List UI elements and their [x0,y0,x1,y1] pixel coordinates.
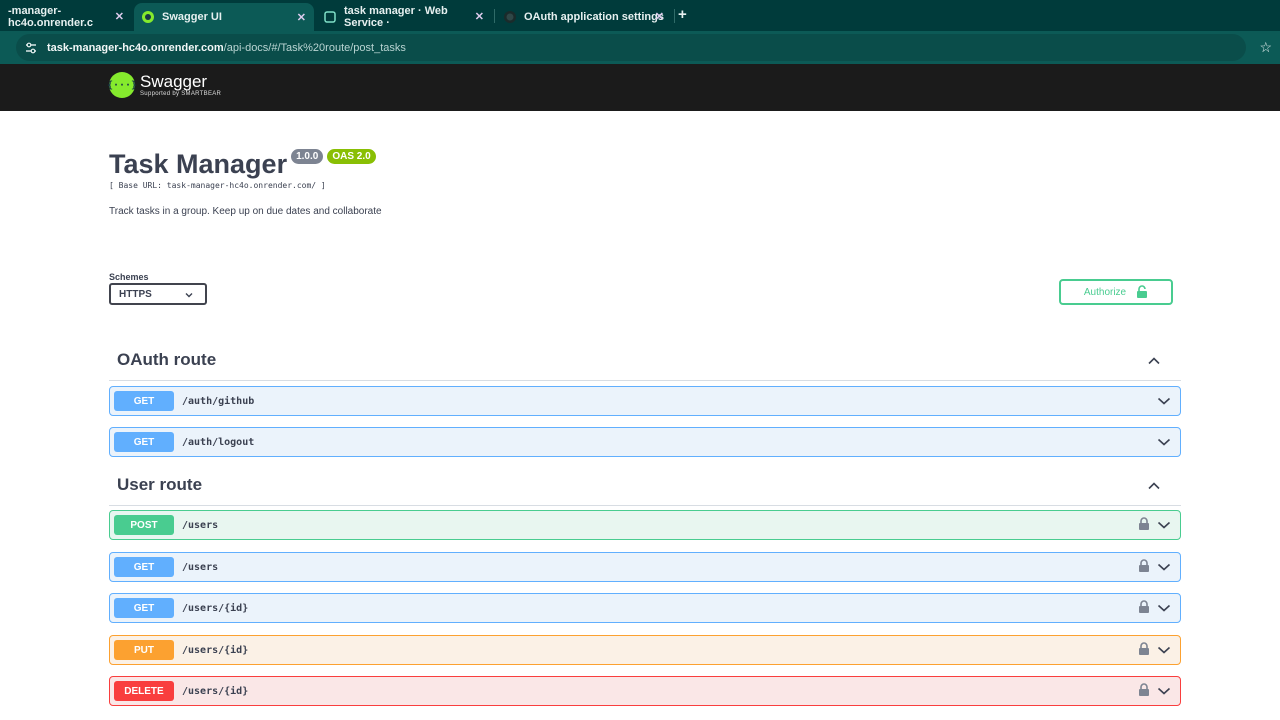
tab-label: Swagger UI [162,11,222,23]
operation-path: /users/{id} [182,685,249,697]
render-favicon-icon [324,10,336,23]
address-host: task-manager-hc4o.onrender.com [47,41,224,54]
base-url: [ Base URL: task-manager-hc4o.onrender.c… [109,181,326,190]
section-user-route[interactable]: User route [109,475,1181,506]
logo-sub: Supported by SMARTBEAR [140,90,222,97]
tab-label: OAuth application settings [524,10,664,23]
operation-put-users-id[interactable]: PUT /users/{id} [109,635,1181,665]
section-title: OAuth route [117,350,217,369]
operation-get-users[interactable]: GET /users [109,552,1181,582]
tab-oauth-settings[interactable]: OAuth application settings ✕ [496,4,672,29]
new-tab-button[interactable]: + [678,6,687,23]
chevron-down-icon[interactable] [1157,561,1171,573]
operation-get-auth-logout[interactable]: GET /auth/logout [109,427,1181,457]
swagger-logo[interactable]: {···} Swagger Supported by SMARTBEAR [107,71,222,98]
page-title: Task Manager [109,149,288,179]
chevron-down-icon[interactable] [1157,436,1171,448]
swagger-logo-text: Swagger Supported by SMARTBEAR [140,71,222,98]
tab-web-service[interactable]: task manager · Web Service · ✕ [316,4,492,29]
chevron-down-icon[interactable] [1157,519,1171,531]
tab-swagger-ui[interactable]: Swagger UI ✕ [134,3,314,31]
browser-tab-bar: -manager-hc4o.onrender.c ✕ Swagger UI ✕ … [0,0,1280,31]
swagger-favicon-icon [142,11,154,23]
close-icon[interactable]: ✕ [655,10,664,23]
bookmark-star-icon[interactable]: ☆ [1259,39,1272,56]
chevron-up-icon[interactable] [1147,479,1161,493]
oas-badge: OAS 2.0 [327,149,376,164]
operation-get-users-id[interactable]: GET /users/{id} [109,593,1181,623]
tab-label: task manager · Web Service · [344,4,448,29]
tab-label: -manager-hc4o.onrender.c [8,4,93,29]
operation-path: /auth/github [182,395,255,407]
chevron-up-icon[interactable] [1147,354,1161,368]
schemes-selected-value: HTTPS [119,288,152,300]
site-settings-icon[interactable] [24,41,38,55]
operation-get-auth-github[interactable]: GET /auth/github [109,386,1181,416]
method-badge: DELETE [114,681,174,701]
close-icon[interactable]: ✕ [475,10,484,23]
operation-path: /users [182,561,219,573]
address-path: /api-docs/#/Task%20route/post_tasks [223,41,406,54]
tab-task-manager-docs[interactable]: -manager-hc4o.onrender.c ✕ [0,4,132,29]
logo-name: Swagger [140,71,208,91]
schemes-select[interactable]: HTTPS [109,283,207,305]
swagger-topbar: {···} Swagger Supported by SMARTBEAR [0,64,1280,111]
lock-icon[interactable] [1138,642,1150,656]
method-badge: PUT [114,640,174,660]
section-title: User route [117,475,203,494]
operation-path: /users/{id} [182,602,249,614]
method-badge: GET [114,557,174,577]
section-oauth-route[interactable]: OAuth route [109,350,1181,381]
github-favicon-icon [504,10,516,23]
operation-path: /users [182,519,219,531]
method-badge: GET [114,432,174,452]
unlocked-icon [1137,285,1148,298]
lock-icon[interactable] [1138,683,1150,697]
address-bar-row: task-manager-hc4o.onrender.com/api-docs/… [0,31,1280,64]
operation-delete-users-id[interactable]: DELETE /users/{id} [109,676,1181,706]
chevron-down-icon [185,293,193,298]
swagger-logo-icon: {···} [107,72,137,98]
version-badge: 1.0.0 [291,149,324,164]
tab-separator [494,9,495,23]
chevron-down-icon[interactable] [1157,395,1171,407]
address-bar[interactable]: task-manager-hc4o.onrender.com/api-docs/… [16,34,1246,61]
operation-path: /auth/logout [182,436,255,448]
api-description: Track tasks in a group. Keep up on due d… [109,206,382,217]
close-icon[interactable]: ✕ [297,11,306,24]
info-title-row: Task Manager 1.0.0 OAS 2.0 [109,147,376,181]
lock-icon[interactable] [1138,559,1150,573]
operation-path: /users/{id} [182,644,249,656]
method-badge: POST [114,515,174,535]
authorize-label: Authorize [1083,286,1127,298]
method-badge: GET [114,391,174,411]
chevron-down-icon[interactable] [1157,602,1171,614]
lock-icon[interactable] [1138,600,1150,614]
chevron-down-icon[interactable] [1157,644,1171,656]
lock-icon[interactable] [1138,517,1150,531]
tab-separator [674,9,675,23]
authorize-button[interactable]: Authorize [1059,279,1173,305]
method-badge: GET [114,598,174,618]
operation-post-users[interactable]: POST /users [109,510,1181,540]
close-icon[interactable]: ✕ [115,10,124,23]
chevron-down-icon[interactable] [1157,685,1171,697]
schemes-label: Schemes [109,272,149,282]
